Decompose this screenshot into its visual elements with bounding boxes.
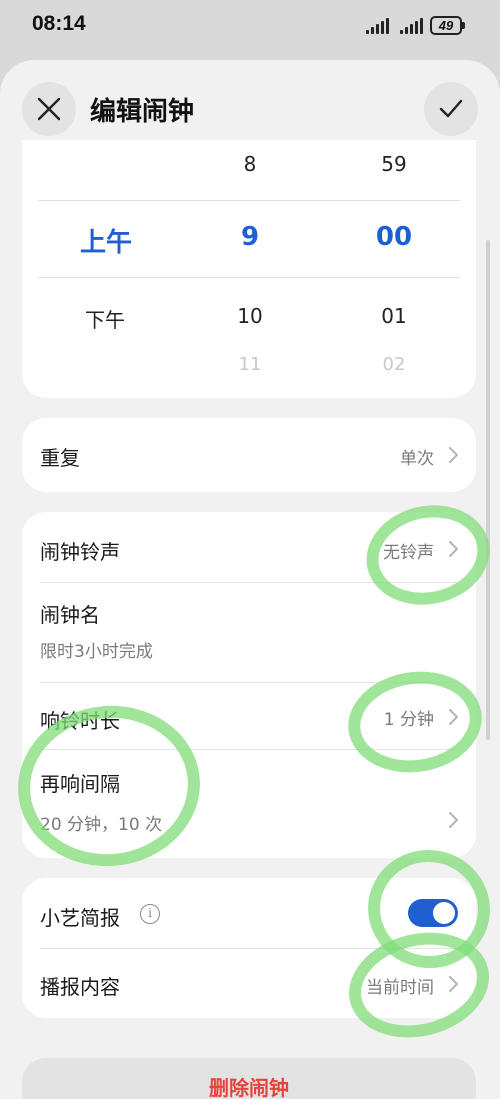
picker-selection-line-top xyxy=(38,200,460,201)
picker-selection-line-bottom xyxy=(38,277,460,278)
page-title: 编辑闹钟 xyxy=(90,97,195,127)
xiaoyi-briefing-title: 小艺简报 xyxy=(40,906,120,930)
snooze-value: 20 分钟，10 次 xyxy=(40,815,163,835)
briefing-content-title: 播报内容 xyxy=(40,975,120,999)
picker-minute-selected[interactable]: 00 xyxy=(349,222,439,252)
battery-icon: 49 xyxy=(430,16,465,35)
briefing-content-row[interactable]: 播报内容 当前时间 xyxy=(22,949,476,1017)
picker-minute-below[interactable]: 01 xyxy=(349,304,439,328)
chevron-right-icon xyxy=(449,812,458,828)
picker-period-selected[interactable]: 上午 xyxy=(61,222,151,259)
chevron-right-icon xyxy=(449,447,458,463)
info-icon[interactable]: i xyxy=(140,904,160,924)
snooze-row[interactable]: 再响间隔 20 分钟，10 次 xyxy=(22,750,476,856)
confirm-button[interactable] xyxy=(424,82,478,136)
ring-duration-value: 1 分钟 xyxy=(383,710,434,730)
picker-hour-faint[interactable]: 11 xyxy=(205,354,295,375)
alarm-settings-card: 闹钟铃声 无铃声 闹钟名 限时3小时完成 响铃时长 1 分钟 再响间隔 20 分… xyxy=(22,512,476,858)
scrollbar[interactable] xyxy=(486,240,490,740)
chevron-right-icon xyxy=(449,541,458,557)
picker-period-below[interactable]: 下午 xyxy=(60,304,150,333)
briefing-card: 小艺简报 i 播报内容 当前时间 xyxy=(22,878,476,1018)
ringtone-value: 无铃声 xyxy=(383,543,434,563)
status-time: 08:14 xyxy=(32,12,86,35)
xiaoyi-briefing-row: 小艺简报 i xyxy=(22,878,476,948)
briefing-content-value: 当前时间 xyxy=(366,978,434,998)
ringtone-title: 闹钟铃声 xyxy=(40,540,120,564)
close-button[interactable] xyxy=(22,82,76,136)
close-icon xyxy=(37,97,61,121)
picker-hour-above[interactable]: 8 xyxy=(205,152,295,176)
picker-hour-selected[interactable]: 9 xyxy=(205,222,295,252)
chevron-right-icon xyxy=(449,709,458,725)
repeat-row[interactable]: 重复 单次 xyxy=(22,418,476,492)
repeat-title: 重复 xyxy=(40,446,80,470)
alarm-name-title: 闹钟名 xyxy=(40,603,100,627)
picker-hour-below[interactable]: 10 xyxy=(205,304,295,328)
alarm-name-value: 限时3小时完成 xyxy=(40,642,153,662)
signal-icon xyxy=(366,18,392,34)
time-picker[interactable]: 8 59 上午 9 00 下午 10 01 11 02 xyxy=(22,140,476,398)
ringtone-row[interactable]: 闹钟铃声 无铃声 xyxy=(22,512,476,582)
picker-minute-faint[interactable]: 02 xyxy=(349,354,439,375)
picker-minute-above[interactable]: 59 xyxy=(349,152,439,176)
repeat-value: 单次 xyxy=(400,449,434,469)
status-bar: 08:14 49 xyxy=(0,0,500,56)
toggle-knob xyxy=(433,902,455,924)
delete-alarm-label: 删除闹钟 xyxy=(209,1076,289,1099)
delete-alarm-button[interactable]: 删除闹钟 xyxy=(22,1058,476,1099)
chevron-right-icon xyxy=(449,976,458,992)
alarm-name-row[interactable]: 闹钟名 限时3小时完成 xyxy=(22,583,476,681)
ring-duration-title: 响铃时长 xyxy=(40,709,120,733)
check-icon xyxy=(439,99,463,118)
ring-duration-row[interactable]: 响铃时长 1 分钟 xyxy=(22,683,476,749)
xiaoyi-briefing-toggle[interactable] xyxy=(408,899,458,927)
signal-icon-2 xyxy=(400,18,426,34)
snooze-title: 再响间隔 xyxy=(40,772,120,796)
